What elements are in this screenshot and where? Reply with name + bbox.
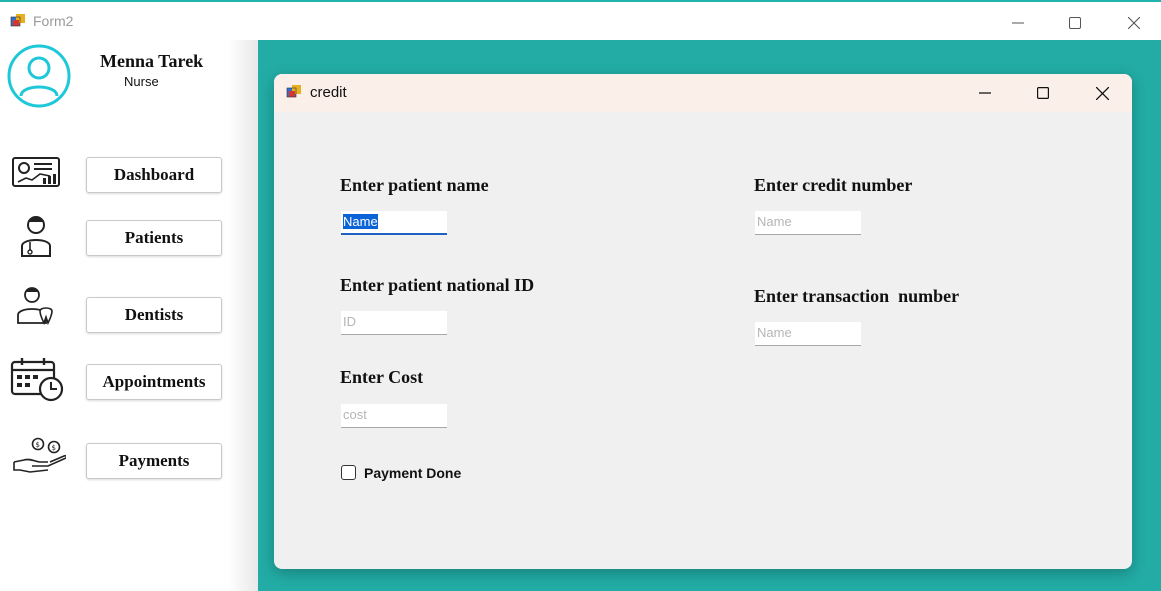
- sidebar: Menna Tarek Nurse Dashboard Patients Den…: [0, 40, 258, 591]
- dentist-icon: [17, 287, 53, 326]
- close-button[interactable]: [1111, 8, 1157, 38]
- dialog-minimize-button[interactable]: [962, 78, 1008, 108]
- sidebar-item-patients[interactable]: Patients: [86, 220, 222, 256]
- winforms-app-icon: [10, 14, 25, 27]
- payment-done-label[interactable]: Payment Done: [364, 465, 461, 481]
- user-avatar-icon: [7, 44, 71, 108]
- calendar-clock-icon: [10, 358, 64, 402]
- patient-name-label: Enter patient name: [340, 175, 489, 195]
- payment-done-checkbox[interactable]: [341, 465, 356, 480]
- sidebar-item-payments[interactable]: Payments: [86, 443, 222, 479]
- patient-name-input[interactable]: Name: [341, 211, 447, 235]
- payment-hand-icon: $ $: [13, 437, 66, 473]
- credit-dialog: credit Enter patient name Name Enter pat…: [274, 74, 1132, 569]
- svg-text:$: $: [52, 444, 56, 452]
- user-role: Nurse: [124, 74, 159, 89]
- minimize-icon: [979, 92, 991, 94]
- patient-icon: [21, 216, 51, 257]
- window-titlebar: Form2: [0, 0, 1161, 40]
- maximize-icon: [1037, 87, 1049, 99]
- dialog-close-button[interactable]: [1079, 78, 1125, 108]
- maximize-button[interactable]: [1052, 8, 1098, 38]
- close-icon: [1095, 86, 1109, 100]
- dialog-maximize-button[interactable]: [1020, 78, 1066, 108]
- cost-placeholder: cost: [343, 407, 367, 422]
- user-name: Menna Tarek: [100, 51, 204, 71]
- cost-input[interactable]: cost: [341, 404, 447, 428]
- winforms-app-icon: [286, 85, 301, 98]
- maximize-icon: [1069, 17, 1081, 29]
- national-id-input[interactable]: ID: [341, 311, 447, 335]
- sidebar-item-dashboard[interactable]: Dashboard: [86, 157, 222, 193]
- minimize-button[interactable]: [995, 8, 1041, 38]
- national-id-label: Enter patient national ID: [340, 275, 535, 295]
- transaction-number-input[interactable]: Name: [755, 322, 861, 346]
- credit-number-placeholder: Name: [757, 214, 792, 229]
- transaction-number-placeholder: Name: [757, 325, 792, 340]
- patient-name-value: Name: [343, 214, 378, 229]
- dialog-titlebar: credit: [274, 74, 1132, 112]
- window-title: Form2: [33, 13, 74, 29]
- credit-number-label: Enter credit number: [754, 175, 913, 195]
- cost-label: Enter Cost: [340, 367, 424, 387]
- minimize-icon: [1012, 22, 1024, 24]
- national-id-placeholder: ID: [343, 314, 356, 329]
- dashboard-icon: [12, 157, 60, 187]
- close-icon: [1128, 17, 1140, 29]
- sidebar-item-dentists[interactable]: Dentists: [86, 297, 222, 333]
- credit-number-input[interactable]: Name: [755, 211, 861, 235]
- svg-text:$: $: [36, 441, 40, 449]
- transaction-number-label: Enter transaction number: [754, 286, 960, 306]
- sidebar-item-appointments[interactable]: Appointments: [86, 364, 222, 400]
- dialog-title: credit: [310, 84, 347, 101]
